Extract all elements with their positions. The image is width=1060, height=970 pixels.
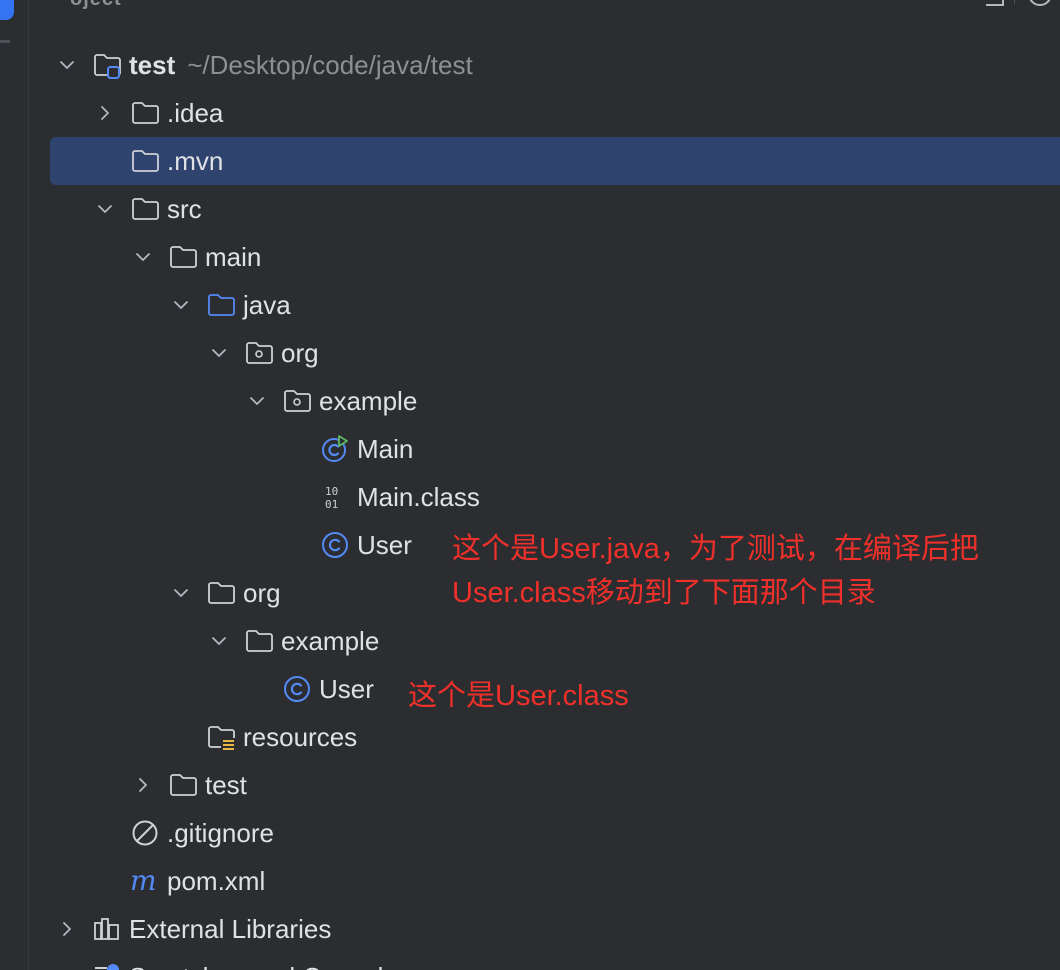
tree-node-scratches[interactable]: Scratches and Consoles	[0, 953, 1060, 970]
tree-node-label: org	[243, 577, 281, 608]
ignore-file-icon	[130, 818, 160, 848]
chevron-down-icon[interactable]	[168, 292, 194, 318]
annotation-line: User.class移动到了下面那个目录	[452, 577, 876, 609]
tree-node-label: User	[319, 673, 374, 704]
tool-window-title: oject	[70, 0, 122, 10]
chevron-down-icon[interactable]	[168, 580, 194, 606]
tree-node-label: org	[281, 337, 319, 368]
tree-node-src[interactable]: src	[0, 185, 1060, 233]
tree-node-example-package[interactable]: example	[0, 377, 1060, 425]
resources-folder-icon	[206, 722, 236, 752]
tree-node-label: main	[205, 241, 262, 272]
chevron-down-icon[interactable]	[130, 244, 156, 270]
tree-node-label: Main	[357, 433, 414, 464]
tree-node-label: Main.class	[357, 481, 480, 512]
tree-node-java[interactable]: java	[0, 281, 1060, 329]
tree-node-label: .gitignore	[167, 817, 274, 848]
folder-icon	[130, 98, 160, 128]
header-toolbar	[950, 0, 1060, 10]
chevron-down-icon[interactable]	[92, 196, 118, 222]
project-tool-button[interactable]	[0, 0, 14, 20]
chevron-right-icon[interactable]	[92, 100, 118, 126]
module-folder-icon	[92, 50, 122, 80]
annotation-user-class: 这个是User.class	[408, 680, 629, 712]
collapse-all-icon[interactable]	[986, 0, 1004, 6]
tree-node-label: java	[243, 289, 291, 320]
annotation-line: 这个是User.java，为了测试，在编译后把	[452, 533, 979, 565]
folder-icon	[206, 578, 236, 608]
tree-node-label: User	[357, 529, 412, 560]
svg-text:01: 01	[325, 498, 338, 511]
source-root-folder-icon	[206, 290, 236, 320]
tree-node-org-package[interactable]: org	[0, 329, 1060, 377]
libraries-icon	[92, 914, 122, 944]
tree-node-label: Scratches and Consoles	[129, 962, 411, 970]
tree-node-mvn[interactable]: .mvn	[0, 137, 1060, 185]
folder-icon	[168, 242, 198, 272]
chevron-down-icon[interactable]	[244, 388, 270, 414]
tree-node-main-class-file[interactable]: 10 01 Main.class	[0, 473, 1060, 521]
tree-node-pom[interactable]: m pom.xml	[0, 857, 1060, 905]
tree-node-external-libraries[interactable]: External Libraries	[0, 905, 1060, 953]
tree-node-label: pom.xml	[167, 865, 266, 896]
tree-node-label: example	[319, 385, 418, 416]
chevron-down-icon[interactable]	[54, 52, 80, 78]
tree-node-example-folder[interactable]: example	[0, 617, 1060, 665]
chevron-right-icon[interactable]	[54, 916, 80, 942]
tree-node-label: .idea	[167, 97, 224, 128]
folder-icon	[244, 626, 274, 656]
project-tool-window: oject test ~/Desktop/code/java/test .	[0, 0, 1060, 970]
tree-node-gitignore[interactable]: .gitignore	[0, 809, 1060, 857]
tree-node-resources[interactable]: resources	[0, 713, 1060, 761]
chevron-down-icon[interactable]	[206, 340, 232, 366]
tree-node-test[interactable]: test	[0, 761, 1060, 809]
tree-node-root[interactable]: test ~/Desktop/code/java/test	[0, 41, 1060, 89]
runnable-class-icon	[320, 434, 350, 464]
binary-file-icon: 10 01	[320, 482, 350, 512]
annotation-user-java: 这个是User.java，为了测试，在编译后把 User.class移动到了下面…	[452, 527, 979, 615]
chevron-right-icon[interactable]	[130, 772, 156, 798]
tree-node-label: example	[281, 625, 380, 656]
folder-icon	[168, 770, 198, 800]
tree-node-label: src	[167, 193, 202, 224]
tree-node-path: ~/Desktop/code/java/test	[187, 49, 473, 80]
options-icon[interactable]	[1028, 0, 1052, 6]
folder-icon	[130, 194, 160, 224]
toolbar-divider	[1014, 0, 1015, 4]
svg-text:m: m	[130, 866, 157, 896]
package-icon	[244, 338, 274, 368]
scratches-icon	[92, 962, 122, 970]
tree-node-main-class[interactable]: Main	[0, 425, 1060, 473]
project-tree: test ~/Desktop/code/java/test .idea .mvn	[0, 41, 1060, 970]
tree-node-label: .mvn	[167, 145, 224, 176]
package-icon	[282, 386, 312, 416]
tree-node-label: External Libraries	[129, 913, 332, 944]
tree-node-label: resources	[243, 721, 358, 752]
tree-node-label: test	[129, 49, 176, 80]
tree-node-main[interactable]: main	[0, 233, 1060, 281]
chevron-down-icon[interactable]	[206, 628, 232, 654]
tree-node-label: test	[205, 769, 247, 800]
svg-text:10: 10	[325, 485, 338, 498]
class-icon	[320, 530, 350, 560]
class-icon	[282, 674, 312, 704]
maven-icon: m	[130, 866, 160, 896]
tree-node-idea[interactable]: .idea	[0, 89, 1060, 137]
folder-icon	[130, 146, 160, 176]
